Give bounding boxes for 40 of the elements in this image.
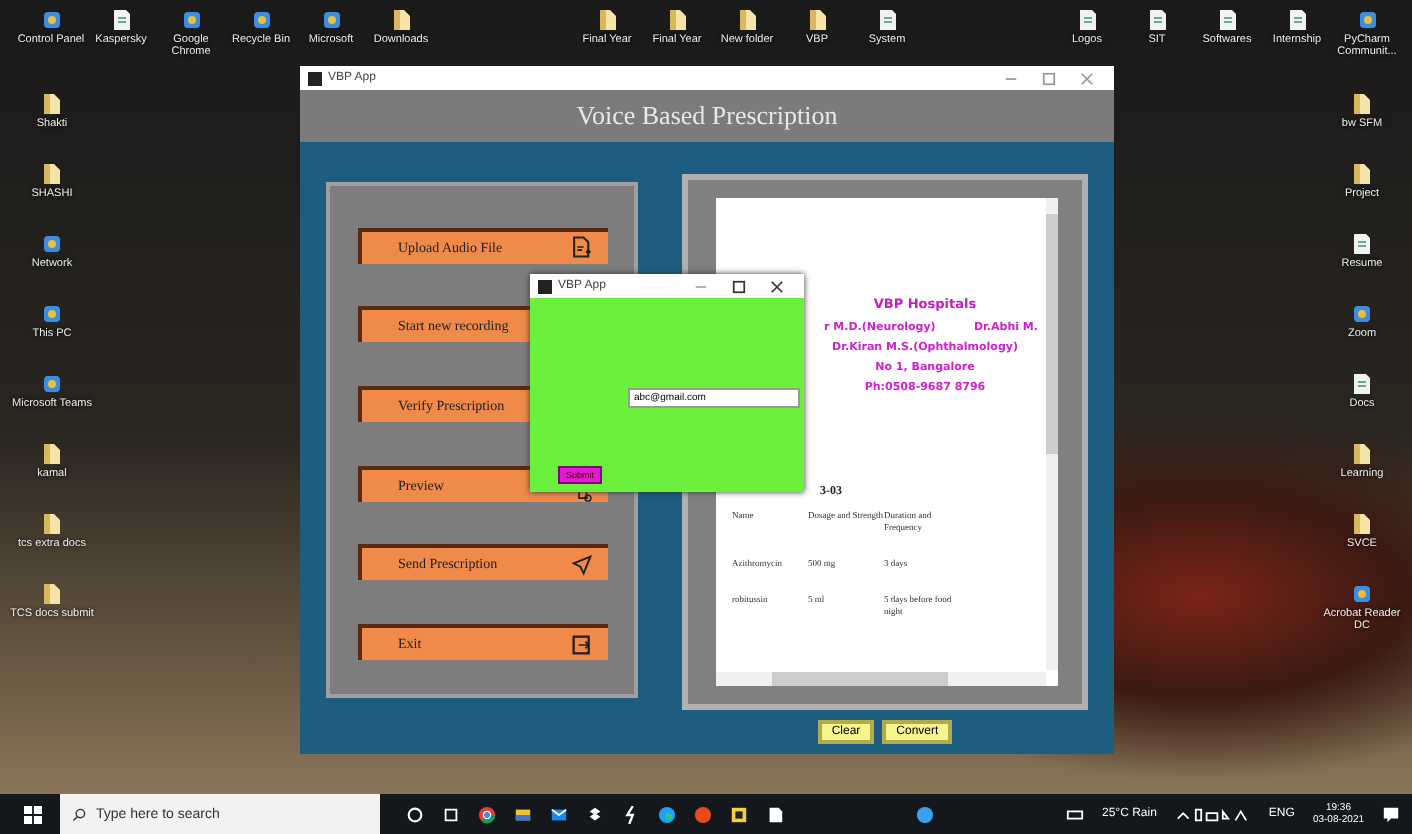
app-heading: Voice Based Prescription [576, 100, 838, 132]
document-icon[interactable] [1352, 232, 1372, 256]
folder-icon[interactable] [1352, 92, 1372, 116]
chrome-icon[interactable] [478, 805, 496, 823]
folder-icon[interactable] [1352, 162, 1372, 186]
send-icon [572, 553, 592, 576]
task-view-icon[interactable] [442, 805, 460, 823]
folder-icon[interactable] [42, 442, 62, 466]
file-upload-icon [572, 236, 592, 259]
mail-icon[interactable] [550, 805, 568, 823]
box-icon[interactable] [586, 805, 604, 823]
app-logo-icon [308, 71, 322, 85]
document-icon[interactable] [766, 805, 784, 823]
app-icon[interactable] [42, 372, 62, 396]
document-icon[interactable] [1352, 372, 1372, 396]
folder-icon[interactable] [42, 92, 62, 116]
folder-icon[interactable] [42, 582, 62, 606]
maximize-icon[interactable] [732, 279, 746, 293]
folder-icon[interactable] [1352, 512, 1372, 536]
app-icon[interactable] [42, 232, 62, 256]
windows-start-icon[interactable] [24, 805, 42, 823]
lightning-icon[interactable] [622, 805, 640, 823]
app-icon[interactable] [730, 805, 748, 823]
vertical-scrollbar[interactable] [1046, 198, 1058, 670]
close-icon[interactable] [770, 279, 784, 293]
app-icon[interactable] [42, 302, 62, 326]
folder-icon[interactable] [1352, 442, 1372, 466]
folder-icon[interactable] [514, 805, 532, 823]
app-logo-icon [538, 279, 552, 293]
folder-icon[interactable] [42, 162, 62, 186]
horizontal-scrollbar[interactable] [716, 672, 1046, 686]
app-icon[interactable] [1352, 582, 1372, 606]
folder-icon[interactable] [42, 512, 62, 536]
tray-icons-drawing[interactable] [1174, 805, 1251, 823]
exit-icon [572, 633, 592, 656]
search-icon [72, 807, 86, 821]
circle-app-icon[interactable] [694, 805, 712, 823]
circle-icon[interactable] [406, 805, 424, 823]
notification-icon[interactable] [1382, 805, 1401, 823]
app-icon[interactable] [1352, 302, 1372, 326]
